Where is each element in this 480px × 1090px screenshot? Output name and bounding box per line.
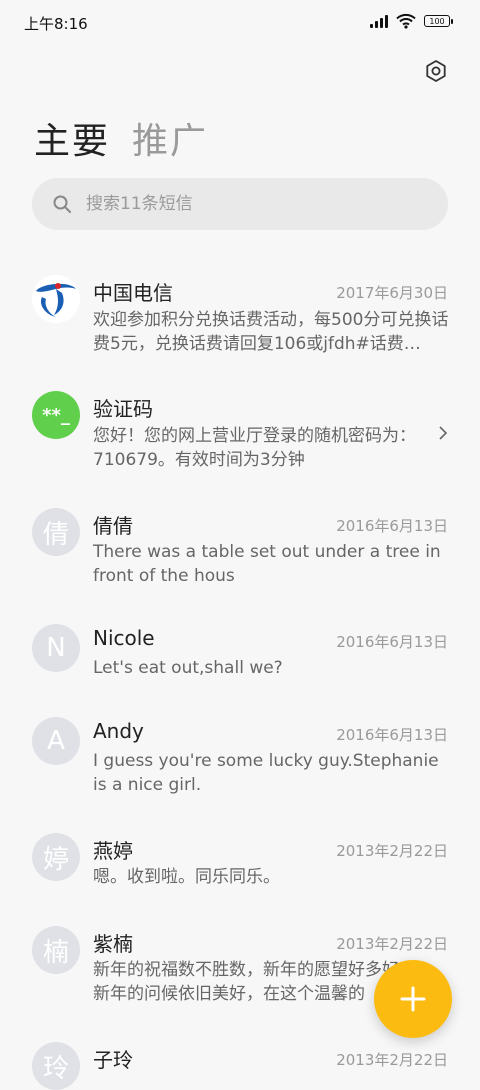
settings-button[interactable] — [420, 55, 452, 87]
wifi-icon — [396, 13, 416, 29]
message-preview: There was a table set out under a tree i… — [93, 542, 441, 586]
message-preview: 欢迎参加积分兑换话费活动，每500分可兑换话费5元，兑换话费请回复106或jfd… — [93, 310, 449, 354]
status-time: 上午8:16 — [24, 15, 88, 33]
message-date: 2016年6月13日 — [336, 517, 448, 535]
avatar: N — [32, 624, 80, 672]
message-date: 2013年2月22日 — [336, 935, 448, 953]
message-date: 2013年2月22日 — [336, 842, 448, 860]
tab-primary[interactable]: 主要 — [34, 112, 110, 164]
battery-icon: 100 — [424, 15, 453, 27]
message-preview: 您好！您的网上营业厅登录的随机密码为：710679。有效时间为3分钟 — [93, 426, 416, 470]
tab-promotions[interactable]: 推广 — [132, 112, 208, 164]
message-preview: Let's eat out,shall we? — [93, 658, 283, 678]
search-icon — [53, 195, 71, 213]
signal-icon — [370, 14, 388, 28]
message-date: 2013年2月22日 — [336, 1051, 448, 1069]
search-bar[interactable] — [32, 178, 448, 230]
contact-name: 倩倩 — [93, 514, 133, 538]
message-date: 2016年6月13日 — [336, 633, 448, 651]
message-preview: I guess you're some lucky guy.Stephanie … — [93, 751, 439, 795]
avatar: 玲 — [32, 1042, 80, 1090]
message-preview: 嗯。收到啦。同乐同乐。 — [93, 867, 280, 887]
status-bar: 上午8:16 100 — [0, 0, 480, 44]
new-message-button[interactable] — [374, 960, 452, 1038]
chevron-right-icon — [439, 426, 448, 440]
search-input[interactable] — [84, 193, 388, 215]
contact-name: 中国电信 — [93, 281, 173, 305]
settings-icon — [426, 60, 446, 82]
category-tabs: 主要 推广 — [34, 112, 208, 164]
contact-name: Nicole — [93, 626, 155, 650]
contact-name: 紫楠 — [93, 932, 133, 956]
contact-name: 子玲 — [93, 1048, 133, 1072]
plus-icon — [400, 986, 426, 1012]
message-date: 2016年6月13日 — [336, 726, 448, 744]
contact-name: Andy — [93, 719, 144, 743]
verification-code-avatar: **_ — [32, 391, 80, 439]
china-telecom-logo-icon — [32, 275, 80, 323]
avatar: 婷 — [32, 833, 80, 881]
status-icons: 100 — [370, 13, 453, 29]
avatar: 倩 — [32, 508, 80, 556]
contact-name: 验证码 — [93, 397, 153, 421]
contact-name: 燕婷 — [93, 839, 133, 863]
message-date: 2017年6月30日 — [336, 284, 448, 302]
avatar: 楠 — [32, 926, 80, 974]
avatar: A — [32, 717, 80, 765]
